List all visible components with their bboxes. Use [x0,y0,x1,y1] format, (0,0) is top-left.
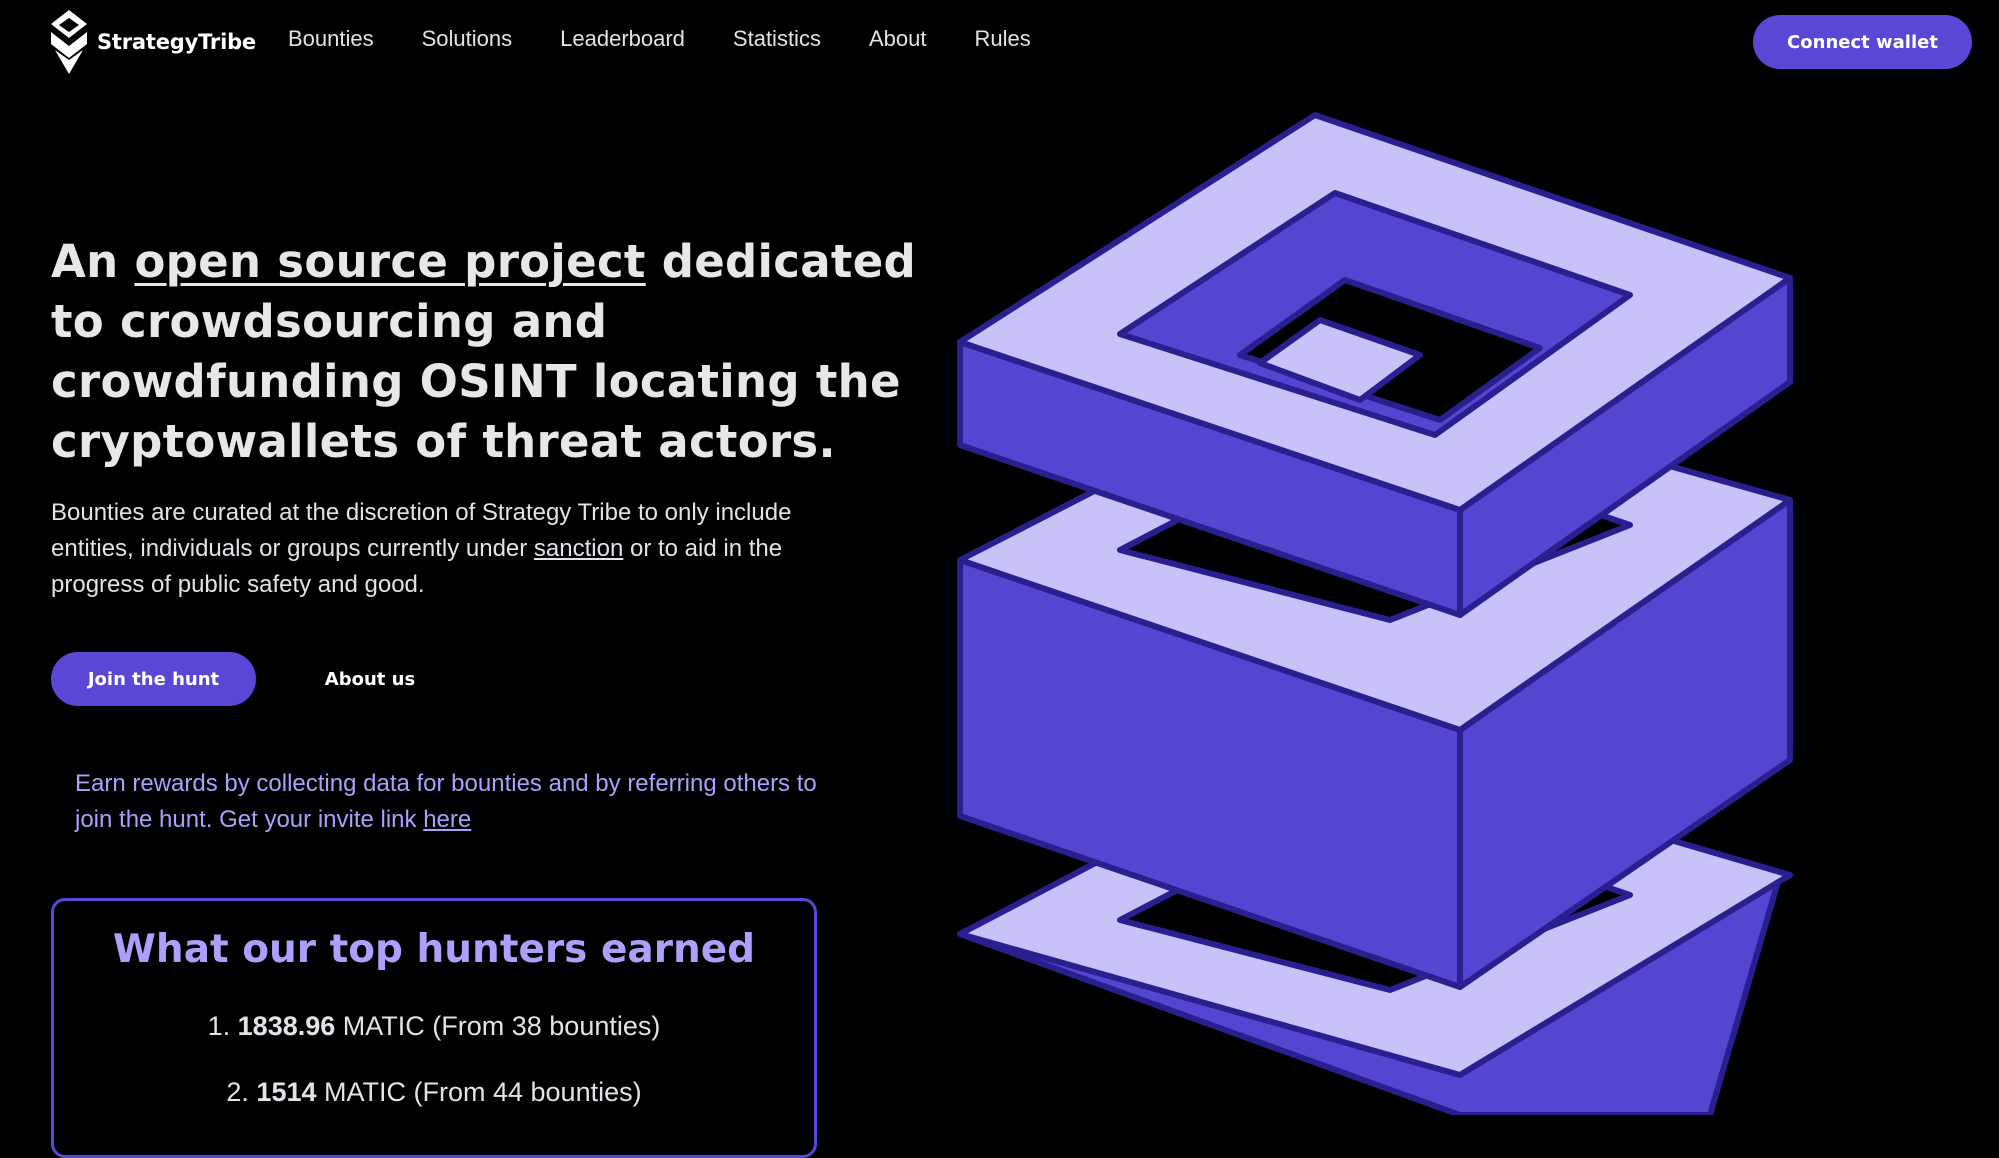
open-source-project-link[interactable]: open source project [134,235,645,288]
top-hunters-title: What our top hunters earned [112,927,756,972]
nav-link-bounties[interactable]: Bounties [288,26,374,52]
top-hunters-card: What our top hunters earned 1. 1838.96 M… [51,898,817,1158]
hunter-detail: MATIC (From 44 bounties) [324,1077,642,1107]
hunter-detail: MATIC (From 38 bounties) [342,1011,661,1041]
nav-link-statistics[interactable]: Statistics [733,26,821,52]
nav-links: Bounties Solutions Leaderboard Statistic… [288,26,1079,52]
brand-name: StrategyTribe [97,30,256,54]
hero-title-pre: An [51,235,135,288]
top-navigation: StrategyTribe Bounties Solutions Leaderb… [0,0,1999,84]
earn-rewards-text: Earn rewards by collecting data for boun… [75,766,835,838]
sanction-link[interactable]: sanction [534,535,623,562]
nav-link-leaderboard[interactable]: Leaderboard [560,26,685,52]
nav-link-rules[interactable]: Rules [974,26,1030,52]
about-us-button[interactable]: About us [300,652,440,706]
hunter-rank: 1. [207,1011,231,1041]
hunter-row: 1. 1838.96 MATIC (From 38 bounties) [54,1011,814,1042]
hunter-amount: 1838.96 [237,1011,336,1041]
hunter-amount: 1514 [256,1077,317,1107]
connect-wallet-button[interactable]: Connect wallet [1753,15,1972,69]
strategytribe-logo-icon [51,10,87,74]
hunter-row: 2. 1514 MATIC (From 44 bounties) [54,1077,814,1108]
hero-title: An open source project dedicated to crow… [51,232,951,472]
hunter-rank: 2. [226,1077,249,1107]
logo-link[interactable]: StrategyTribe [49,10,256,74]
stacked-cubes-illustration [957,112,1793,1115]
join-the-hunt-button[interactable]: Join the hunt [51,652,256,706]
nav-link-solutions[interactable]: Solutions [422,26,513,52]
hero-description: Bounties are curated at the discretion o… [51,495,851,603]
invite-link[interactable]: here [423,806,471,833]
nav-link-about[interactable]: About [869,26,927,52]
